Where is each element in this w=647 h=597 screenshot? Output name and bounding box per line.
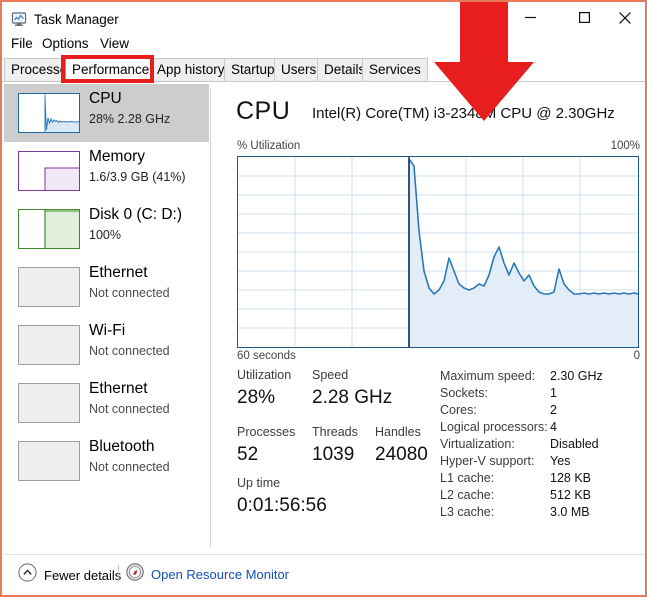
sidebar-item-label: Memory (89, 148, 145, 165)
open-resource-monitor-link[interactable]: Open Resource Monitor (126, 563, 289, 586)
stat-label-speed: Speed (312, 368, 349, 382)
stat-value-speed: 2.28 GHz (312, 387, 393, 408)
cpu-utilization-graph[interactable] (237, 156, 639, 348)
sidebar-item-ethernet-1[interactable]: Ethernet Not connected (4, 258, 209, 316)
close-icon (619, 11, 631, 24)
sidebar-item-memory[interactable]: Memory 1.6/3.9 GB (41%) (4, 142, 209, 200)
sidebar-item-disk-0[interactable]: Disk 0 (C: D:) 100% (4, 200, 209, 258)
spec-key: L2 cache: (440, 488, 495, 502)
task-manager-icon (11, 12, 27, 27)
maximize-icon (578, 12, 590, 23)
sidebar-item-sublabel: 100% (89, 228, 121, 242)
sidebar-item-sublabel: Not connected (89, 286, 170, 300)
spec-value: 3.0 MB (550, 505, 590, 519)
stat-value-utilization: 28% (237, 387, 276, 408)
ethernet-graph-thumbnail (18, 383, 80, 423)
tab-startup[interactable]: Startup (224, 58, 282, 81)
spec-value: Disabled (550, 437, 599, 451)
stat-label-up-time: Up time (237, 476, 281, 490)
sidebar-item-label: Ethernet (89, 380, 148, 397)
sidebar-item-sublabel: Not connected (89, 402, 170, 416)
tab-underline (2, 81, 645, 82)
stat-value-up-time: 0:01:56:56 (237, 495, 327, 516)
spec-key: Logical processors: (440, 420, 548, 434)
maximize-button[interactable] (561, 2, 607, 33)
pane-divider (210, 88, 211, 547)
page-title: CPU (236, 97, 291, 125)
tab-users[interactable]: Users (274, 58, 324, 81)
window-title: Task Manager (34, 12, 119, 27)
cpu-detail-pane: CPU Intel(R) Core(TM) i3-2348M CPU @ 2.3… (212, 84, 645, 546)
ethernet-graph-thumbnail (18, 267, 80, 307)
sidebar-item-sublabel: 1.6/3.9 GB (41%) (89, 170, 186, 184)
graph-x-axis-left: 60 seconds (237, 350, 296, 362)
spec-key: Hyper-V support: (440, 454, 535, 468)
sidebar-item-label: Ethernet (89, 264, 148, 281)
resource-sidebar[interactable]: CPU 28% 2.28 GHz Memory 1.6/3.9 GB (41%) (4, 84, 209, 546)
sidebar-item-sublabel: 28% 2.28 GHz (89, 112, 171, 126)
spec-key: Maximum speed: (440, 369, 536, 383)
spec-value: 1 (550, 386, 557, 400)
menu-bar: File Options View (2, 36, 645, 56)
stat-value-handles: 24080 (375, 444, 428, 465)
spec-key: Sockets: (440, 386, 488, 400)
stat-value-processes: 52 (237, 444, 259, 465)
spec-key: Virtualization: (440, 437, 515, 451)
spec-value: Yes (550, 454, 571, 468)
stat-label-utilization: Utilization (237, 368, 292, 382)
sidebar-item-label: CPU (89, 90, 122, 107)
tab-performance[interactable]: Performance (65, 58, 157, 81)
stat-label-threads: Threads (312, 425, 358, 439)
disk-graph-thumbnail (18, 209, 80, 249)
graph-y-axis-label: % Utilization (237, 140, 301, 152)
stat-label-handles: Handles (375, 425, 421, 439)
menu-item-file[interactable]: File (11, 36, 33, 51)
sidebar-item-cpu[interactable]: CPU 28% 2.28 GHz (4, 84, 209, 142)
wifi-graph-thumbnail (18, 325, 80, 365)
sidebar-item-wifi[interactable]: Wi-Fi Not connected (4, 316, 209, 374)
tab-strip: Processes Performance App history Startu… (2, 58, 645, 82)
resource-monitor-icon (126, 563, 144, 586)
bottom-bar: Fewer details Open Resource Monitor (4, 555, 645, 595)
stat-label-processes: Processes (237, 425, 296, 439)
spec-value: 2 (550, 403, 557, 417)
sidebar-item-label: Disk 0 (C: D:) (89, 206, 182, 223)
spec-key: L3 cache: (440, 505, 495, 519)
cpu-graph-thumbnail (18, 93, 80, 133)
task-manager-window: Task Manager File Options View Processes… (0, 0, 647, 597)
menu-item-view[interactable]: View (100, 36, 129, 51)
fewer-details-label: Fewer details (44, 567, 122, 583)
sidebar-item-sublabel: Not connected (89, 460, 170, 474)
close-button[interactable] (602, 2, 645, 33)
spec-key: Cores: (440, 403, 477, 417)
menu-item-options[interactable]: Options (42, 36, 89, 51)
sidebar-item-label: Bluetooth (89, 438, 155, 455)
stat-value-threads: 1039 (312, 444, 355, 465)
memory-graph-thumbnail (18, 151, 80, 191)
title-bar: Task Manager (2, 2, 645, 36)
tab-app-history[interactable]: App history (150, 58, 232, 81)
spec-value: 2.30 GHz (550, 369, 603, 383)
sidebar-item-bluetooth[interactable]: Bluetooth Not connected (4, 432, 209, 490)
spec-value: 512 KB (550, 488, 592, 502)
chevron-up-circle-icon (18, 563, 37, 587)
minimize-button[interactable] (507, 2, 553, 33)
cpu-model-label: Intel(R) Core(TM) i3-2348M CPU @ 2.30GHz (312, 105, 615, 122)
sidebar-item-sublabel: Not connected (89, 344, 170, 358)
bluetooth-graph-thumbnail (18, 441, 80, 481)
graph-x-axis-right: 0 (633, 350, 640, 362)
tab-services[interactable]: Services (362, 58, 428, 81)
sidebar-item-label: Wi-Fi (89, 322, 126, 339)
graph-y-axis-max: 100% (610, 140, 640, 152)
fewer-details-button[interactable]: Fewer details (18, 563, 121, 587)
minimize-icon (524, 16, 536, 19)
spec-value: 4 (550, 420, 557, 434)
spec-key: L1 cache: (440, 471, 495, 485)
sidebar-item-ethernet-2[interactable]: Ethernet Not connected (4, 374, 209, 432)
open-resource-monitor-label: Open Resource Monitor (151, 567, 290, 582)
bottom-bar-divider (118, 565, 119, 582)
spec-value: 128 KB (550, 471, 592, 485)
